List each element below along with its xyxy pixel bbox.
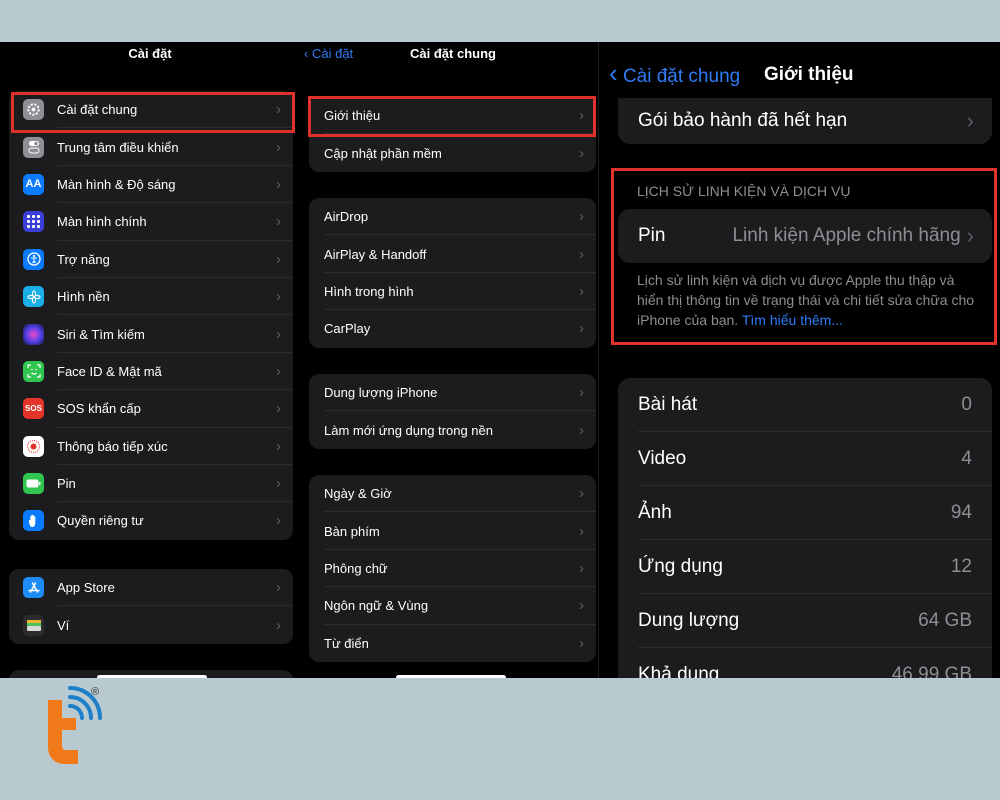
- chevron-right-icon: ›: [579, 559, 584, 577]
- chevron-right-icon: ›: [579, 144, 584, 162]
- settings-panel: Cài đặt Cài đặt chung › Trung tâm điều k…: [0, 42, 300, 678]
- general-group-storage: Dung lượng iPhone › Làm mới ứng dụng tro…: [309, 374, 596, 449]
- chevron-right-icon: ›: [276, 175, 281, 193]
- chevron-right-icon: ›: [276, 400, 281, 418]
- settings-item-app-store[interactable]: App Store ›: [9, 569, 293, 607]
- stat-row-videos: Video 4: [618, 432, 992, 486]
- app-store-icon: [23, 577, 44, 599]
- highlight-box: [611, 168, 997, 345]
- settings-item-sos[interactable]: SOS SOS khẩn cấp ›: [9, 390, 293, 428]
- settings-group-store: App Store › Ví ›: [9, 569, 293, 644]
- chevron-right-icon: ›: [276, 362, 281, 380]
- highlight-box: [308, 96, 596, 137]
- settings-item-siri[interactable]: Siri & Tìm kiếm ›: [9, 315, 293, 353]
- chevron-right-icon: ›: [579, 634, 584, 652]
- chevron-right-icon: ›: [276, 138, 281, 156]
- settings-item-battery[interactable]: Pin ›: [9, 465, 293, 503]
- stat-row-available: Khả dụng 46,99 GB: [638, 664, 972, 678]
- about-panel: ‹ Cài đặt chung Giới thiệu Gói bảo hành …: [599, 42, 1000, 678]
- settings-group-main: Cài đặt chung › Trung tâm điều khiển › A…: [9, 91, 293, 540]
- chevron-right-icon: ›: [276, 213, 281, 231]
- stat-row-apps: Ứng dụng 12: [618, 540, 992, 594]
- chevron-right-icon: ›: [579, 421, 584, 439]
- general-item-software-update[interactable]: Cập nhật phần mềm ›: [309, 134, 596, 171]
- chevron-right-icon: ›: [966, 108, 974, 133]
- chevron-right-icon: ›: [579, 320, 584, 338]
- wallet-icon: [23, 614, 44, 636]
- stat-row-songs: Bài hát 0: [618, 378, 992, 432]
- general-item-language-region[interactable]: Ngôn ngữ & Vùng ›: [309, 587, 596, 625]
- warranty-item[interactable]: Gói bảo hành đã hết hạn ›: [618, 98, 992, 144]
- chevron-left-icon: ‹: [609, 58, 618, 88]
- hand-icon: [23, 510, 44, 532]
- chevron-right-icon: ›: [276, 325, 281, 343]
- general-item-keyboard[interactable]: Bàn phím ›: [309, 512, 596, 550]
- warranty-group: Gói bảo hành đã hết hạn ›: [618, 98, 992, 144]
- settings-item-wallet[interactable]: Ví ›: [9, 606, 293, 643]
- general-item-dictionary[interactable]: Từ điển ›: [309, 625, 596, 662]
- settings-item-control-center[interactable]: Trung tâm điều khiển ›: [9, 128, 293, 166]
- settings-item-privacy[interactable]: Quyền riêng tư ›: [9, 502, 293, 539]
- exposure-icon: [23, 435, 44, 457]
- chevron-right-icon: ›: [276, 250, 281, 268]
- grid-icon: [23, 211, 44, 233]
- chevron-right-icon: ›: [579, 597, 584, 615]
- general-item-airdrop[interactable]: AirDrop ›: [309, 198, 596, 236]
- siri-icon: [23, 323, 44, 345]
- chevron-right-icon: ›: [276, 475, 281, 493]
- battery-icon: [23, 473, 44, 495]
- general-group-connectivity: AirDrop › AirPlay & Handoff › Hình trong…: [309, 198, 596, 348]
- page-title: Giới thiệu: [764, 64, 854, 85]
- settings-item-wallpaper[interactable]: Hình nền ›: [9, 278, 293, 316]
- settings-item-exposure[interactable]: Thông báo tiếp xúc ›: [9, 428, 293, 465]
- general-item-pip[interactable]: Hình trong hình ›: [309, 273, 596, 311]
- face-id-icon: [23, 360, 44, 382]
- chevron-right-icon: ›: [579, 282, 584, 300]
- settings-item-home-screen[interactable]: Màn hình chính ›: [9, 203, 293, 241]
- back-button[interactable]: ‹ Cài đặt chung: [609, 60, 740, 88]
- chevron-right-icon: ›: [579, 384, 584, 402]
- chevron-right-icon: ›: [276, 288, 281, 306]
- text-size-icon: AA: [23, 173, 44, 195]
- registered-mark: ®: [91, 686, 100, 698]
- chevron-right-icon: ›: [579, 245, 584, 263]
- chevron-right-icon: ›: [276, 512, 281, 530]
- chevron-right-icon: ›: [276, 579, 281, 597]
- general-item-airplay[interactable]: AirPlay & Handoff ›: [309, 235, 596, 273]
- general-item-date-time[interactable]: Ngày & Giờ ›: [309, 475, 596, 513]
- general-item-background-refresh[interactable]: Làm mới ứng dụng trong nền ›: [309, 411, 596, 448]
- brand-logo: [48, 686, 102, 764]
- settings-item-face-id[interactable]: Face ID & Mật mã ›: [9, 353, 293, 391]
- chevron-right-icon: ›: [579, 522, 584, 540]
- chevron-right-icon: ›: [579, 208, 584, 226]
- stat-row-capacity: Dung lượng 64 GB: [618, 594, 992, 648]
- chevron-right-icon: ›: [579, 485, 584, 503]
- chevron-right-icon: ›: [276, 437, 281, 455]
- home-indicator: [97, 675, 207, 678]
- sos-icon: SOS: [23, 398, 44, 420]
- flower-icon: [23, 286, 44, 308]
- general-item-storage[interactable]: Dung lượng iPhone ›: [309, 374, 596, 412]
- accessibility-icon: [23, 248, 44, 270]
- stats-group: Bài hát 0 Video 4 Ảnh 94 Ứng dụng 12 Dung lư…: [618, 378, 992, 678]
- chevron-right-icon: ›: [276, 616, 281, 634]
- highlight-box: [11, 92, 295, 133]
- stat-row-photos: Ảnh 94: [618, 486, 992, 540]
- home-indicator: [396, 675, 506, 678]
- general-settings-panel: ‹ Cài đặt Cài đặt chung Giới thiệu › Cập…: [298, 42, 598, 678]
- settings-item-accessibility[interactable]: Trợ năng ›: [9, 241, 293, 278]
- page-title: Cài đặt: [128, 46, 172, 61]
- settings-item-display[interactable]: AA Màn hình & Độ sáng ›: [9, 166, 293, 204]
- general-item-carplay[interactable]: CarPlay ›: [309, 310, 596, 347]
- general-group-locale: Ngày & Giờ › Bàn phím › Phông chữ › Ngôn…: [309, 475, 596, 662]
- general-item-fonts[interactable]: Phông chữ ›: [309, 550, 596, 588]
- page-title: Cài đặt chung: [410, 46, 496, 61]
- switches-icon: [23, 136, 44, 158]
